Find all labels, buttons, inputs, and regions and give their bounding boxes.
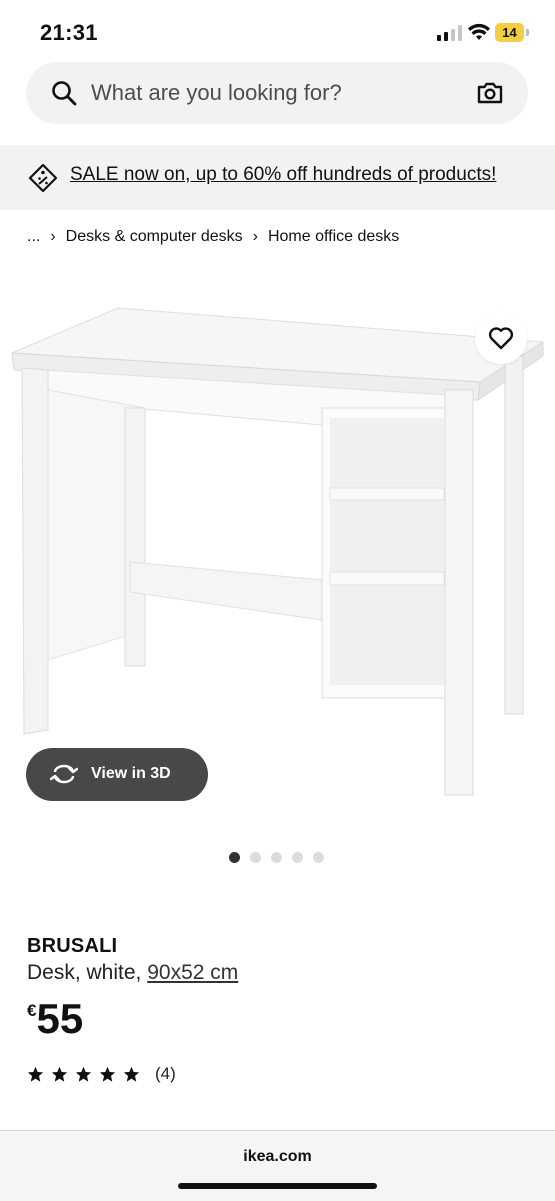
breadcrumb: ... › Desks & computer desks › Home offi… xyxy=(27,228,399,246)
star-icon xyxy=(75,1066,92,1082)
rotate-3d-icon xyxy=(50,764,78,784)
sale-banner[interactable]: SALE now on, up to 60% off hundreds of p… xyxy=(0,145,555,210)
product-description: Desk, white, 90x52 cm xyxy=(27,961,238,985)
search-icon xyxy=(52,81,77,106)
battery-level: 14 xyxy=(495,23,524,42)
tag-icon xyxy=(28,163,58,193)
pagination-dot[interactable] xyxy=(271,852,282,863)
chevron-right-icon: › xyxy=(252,228,258,245)
sale-link[interactable]: SALE now on, up to 60% off hundreds of p… xyxy=(70,164,496,186)
price-currency: € xyxy=(27,1001,37,1020)
search-input[interactable]: What are you looking for? xyxy=(91,80,342,106)
star-icon xyxy=(123,1066,140,1082)
heart-icon xyxy=(488,327,514,350)
signal-icon xyxy=(437,25,462,41)
search-bar[interactable]: What are you looking for? xyxy=(26,62,528,124)
breadcrumb-home-office[interactable]: Home office desks xyxy=(268,228,399,246)
browser-url[interactable]: ikea.com xyxy=(0,1148,555,1166)
breadcrumb-desks[interactable]: Desks & computer desks xyxy=(66,228,243,246)
review-count: (4) xyxy=(155,1064,176,1083)
star-icon xyxy=(99,1066,116,1082)
product-type: Desk, white, xyxy=(27,961,148,984)
pagination-dot[interactable] xyxy=(229,852,240,863)
view-in-3d-button[interactable]: View in 3D xyxy=(26,748,208,801)
wifi-icon xyxy=(468,23,490,40)
product-rating[interactable]: (4) xyxy=(27,1064,176,1084)
pagination-dot[interactable] xyxy=(250,852,261,863)
home-indicator[interactable] xyxy=(178,1183,377,1189)
battery-cap xyxy=(526,29,529,36)
price-value: 55 xyxy=(36,995,84,1042)
view-in-3d-label: View in 3D xyxy=(91,765,171,782)
product-price: € 55 xyxy=(27,995,83,1043)
favourite-button[interactable] xyxy=(475,312,527,364)
breadcrumb-ellipsis[interactable]: ... xyxy=(27,228,40,246)
pagination-dot[interactable] xyxy=(313,852,324,863)
browser-bottom-bar: ikea.com xyxy=(0,1130,555,1201)
camera-icon[interactable] xyxy=(476,79,504,107)
product-image[interactable] xyxy=(0,290,555,820)
star-icon xyxy=(51,1066,68,1082)
status-bar: 21:31 14 xyxy=(0,0,555,62)
rating-stars xyxy=(27,1066,140,1083)
product-size-link[interactable]: 90x52 cm xyxy=(147,961,238,984)
star-icon xyxy=(27,1066,44,1082)
chevron-right-icon: › xyxy=(50,228,56,245)
status-time: 21:31 xyxy=(40,20,98,45)
battery-indicator: 14 xyxy=(495,23,529,42)
pagination-dot[interactable] xyxy=(292,852,303,863)
product-name: BRUSALI xyxy=(27,935,118,957)
image-pagination xyxy=(229,852,324,863)
